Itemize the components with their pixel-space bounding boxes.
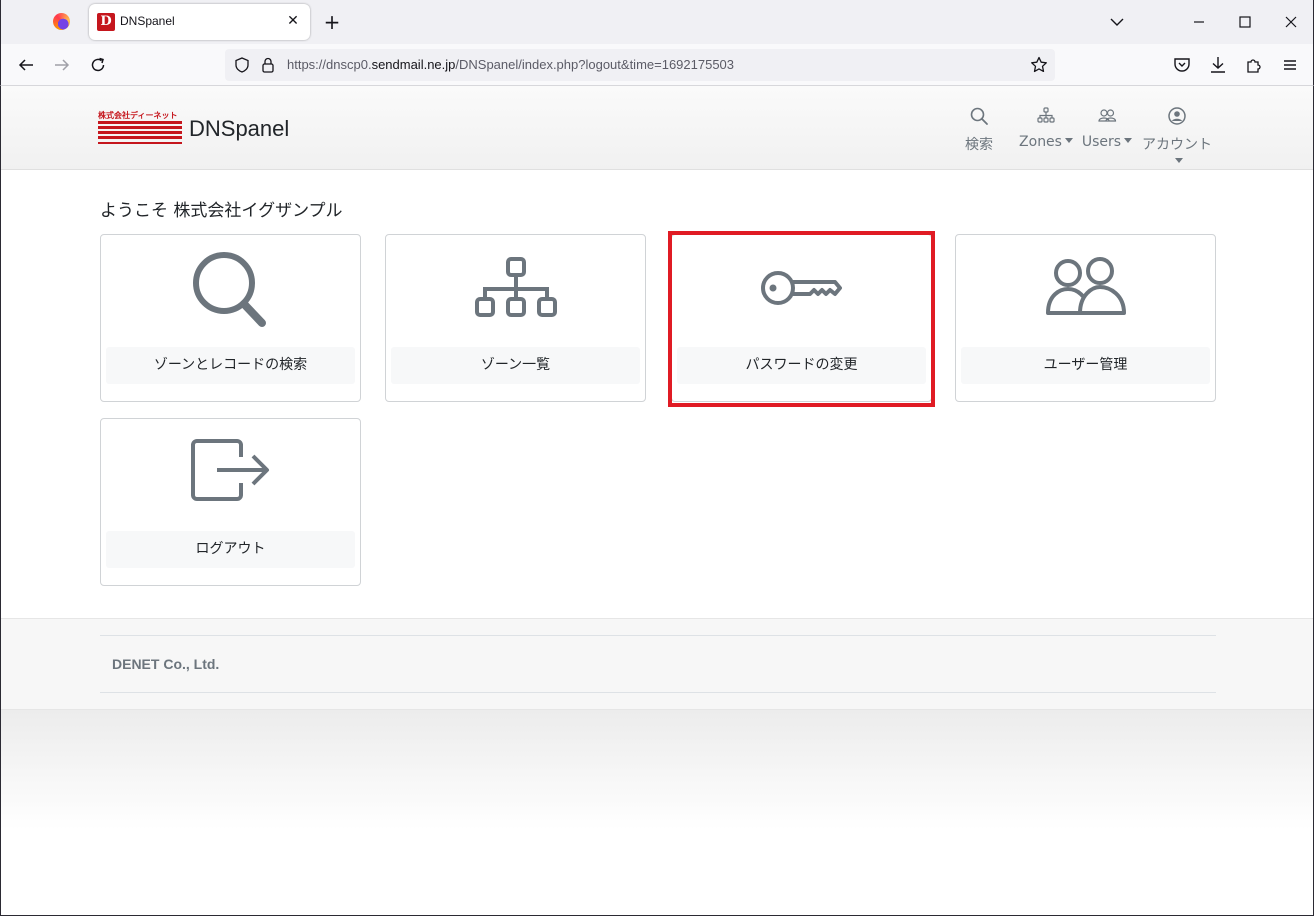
card-zone-list[interactable]: ゾーン一覧 (385, 234, 646, 402)
list-all-tabs-icon[interactable] (1107, 12, 1127, 32)
url-path: /DNSpanel/index.php?logout&time=16921755… (455, 57, 735, 72)
nav-zones-label: Zones (1019, 134, 1062, 150)
forward-icon[interactable] (51, 54, 73, 76)
welcome-message: ようこそ 株式会社イグザンプル (100, 201, 343, 221)
minimize-icon[interactable] (1189, 12, 1209, 32)
shield-icon[interactable] (233, 56, 251, 74)
search-icon (970, 107, 988, 125)
url-prefix: https://dnscp0. (287, 57, 372, 72)
nav-search[interactable]: 検索 (959, 106, 999, 154)
extensions-icon[interactable] (1243, 54, 1265, 76)
card-zone-record-search[interactable]: ゾーンとレコードの検索 (100, 234, 361, 402)
sitemap-icon (474, 257, 557, 317)
url-text[interactable]: https://dnscp0.sendmail.ne.jp/DNSpanel/i… (287, 57, 734, 72)
firefox-logo-icon[interactable] (53, 13, 70, 30)
card-icon-area (386, 235, 645, 345)
card-user-management[interactable]: ユーザー管理 (955, 234, 1216, 402)
tab-title: DNSpanel (120, 14, 175, 28)
users-icon (1045, 257, 1126, 315)
footer-copyright: DENET Co., Ltd. (112, 656, 220, 672)
card-label: ゾーンとレコードの検索 (106, 347, 355, 384)
nav-account-label: アカウント (1142, 137, 1212, 153)
card-label: ゾーン一覧 (391, 347, 640, 384)
page-content: 株式会社ディーネット DNSpanel 検索 Zones Users アカウント… (0, 86, 1314, 916)
chevron-down-icon (1064, 138, 1073, 143)
card-icon-area (101, 419, 360, 529)
site-header: 株式会社ディーネット DNSpanel 検索 Zones Users アカウント (1, 86, 1313, 170)
window-close-icon[interactable] (1281, 12, 1301, 32)
lock-icon[interactable] (259, 56, 277, 74)
logo-text: 株式会社ディーネット (98, 110, 177, 120)
nav-users-label: Users (1081, 134, 1122, 150)
nav-account[interactable]: アカウント (1139, 106, 1215, 170)
bookmark-star-icon[interactable] (1029, 55, 1049, 75)
pocket-icon[interactable] (1171, 54, 1193, 76)
tab-favicon-icon: D (97, 13, 115, 31)
brand-name[interactable]: DNSpanel (189, 116, 289, 142)
nav-zones[interactable]: Zones (1017, 106, 1075, 150)
card-label: ログアウト (106, 531, 355, 568)
url-domain: sendmail.ne.jp (371, 57, 456, 72)
browser-tab-bar: D DNSpanel ✕ + (0, 0, 1314, 44)
search-icon (192, 252, 266, 327)
app-menu-icon[interactable] (1279, 54, 1301, 76)
card-logout[interactable]: ログアウト (100, 418, 361, 586)
tab-close-icon[interactable]: ✕ (284, 12, 302, 30)
logout-icon (190, 439, 269, 501)
card-label: ユーザー管理 (961, 347, 1210, 384)
browser-toolbar: https://dnscp0.sendmail.ne.jp/DNSpanel/i… (0, 44, 1314, 86)
users-icon (1098, 109, 1117, 122)
downloads-icon[interactable] (1207, 54, 1229, 76)
maximize-icon[interactable] (1235, 12, 1255, 32)
chevron-down-icon (1174, 158, 1183, 163)
account-icon (1168, 107, 1186, 125)
card-icon-area (101, 235, 360, 345)
highlight-box (668, 231, 935, 407)
site-footer: DENET Co., Ltd. (1, 618, 1313, 710)
chevron-down-icon (1124, 138, 1133, 143)
reload-icon[interactable] (87, 54, 109, 76)
sitemap-icon (1037, 107, 1055, 123)
browser-tab[interactable]: D DNSpanel ✕ (89, 4, 310, 40)
card-icon-area (956, 235, 1215, 345)
nav-search-label: 検索 (965, 137, 993, 153)
nav-users[interactable]: Users (1081, 106, 1133, 150)
footer-inner: DENET Co., Ltd. (100, 635, 1216, 693)
page-background-fade (1, 710, 1313, 830)
new-tab-button[interactable]: + (322, 11, 342, 33)
back-icon[interactable] (15, 54, 37, 76)
denet-logo[interactable]: 株式会社ディーネット (98, 110, 182, 146)
url-bar[interactable]: https://dnscp0.sendmail.ne.jp/DNSpanel/i… (225, 49, 1055, 81)
